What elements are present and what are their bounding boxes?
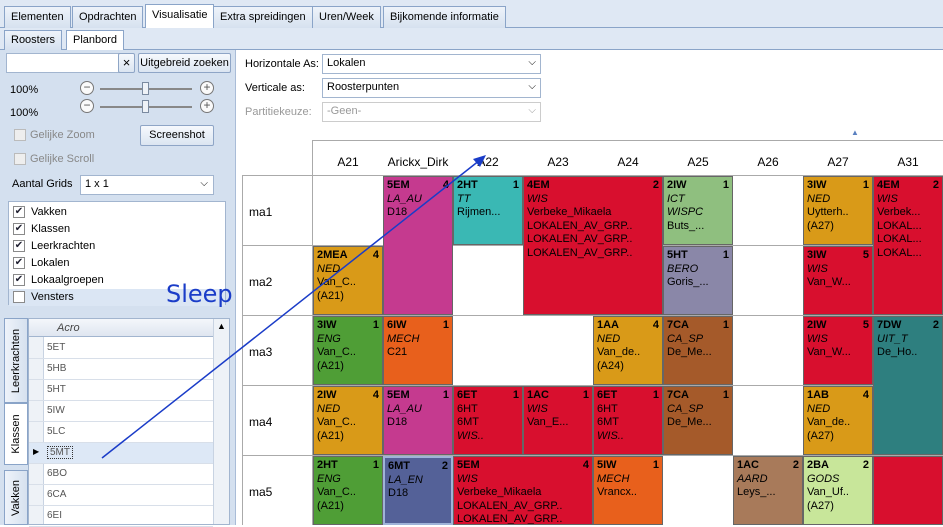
drag-arrow <box>101 155 486 459</box>
